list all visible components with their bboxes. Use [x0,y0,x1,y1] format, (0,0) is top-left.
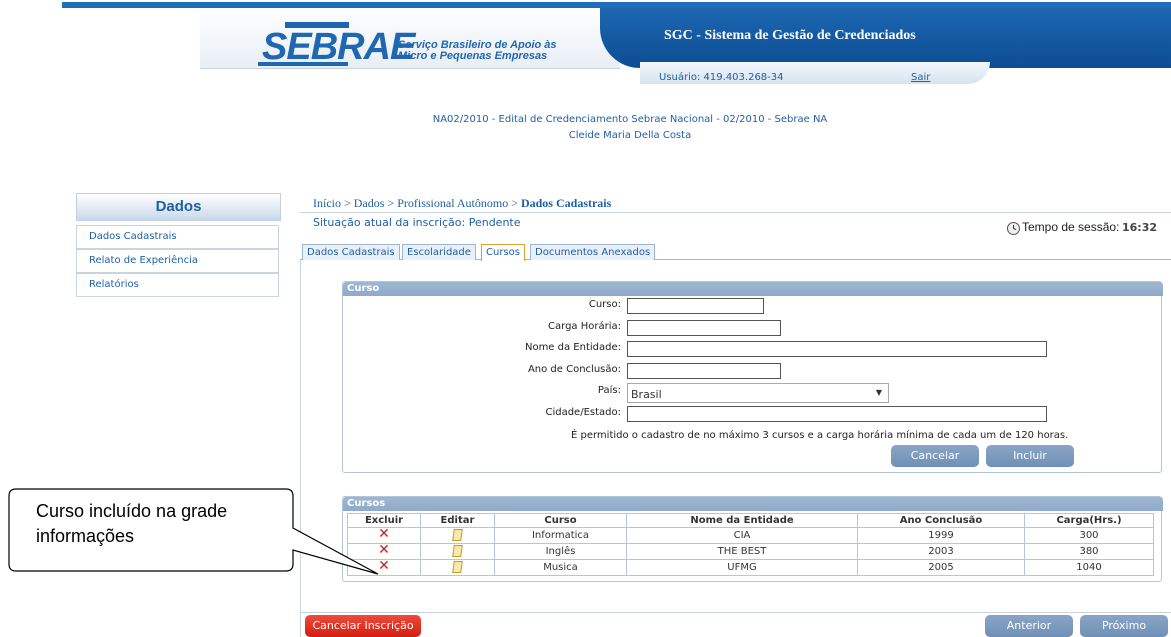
pais-selected-value: Brasil [631,388,662,401]
previous-button[interactable]: Anterior [985,615,1073,637]
pais-select[interactable]: Brasil ▼ [627,383,889,403]
next-button[interactable]: Próximo [1080,615,1168,637]
table-row: ✕ Musica UFMG 2005 1040 [347,558,1154,576]
clock-icon [1007,222,1020,235]
table-row: ✕ Informatica CIA 1999 300 [347,526,1154,544]
cell-entidade: UFMG [626,559,858,576]
cell-entidade: THE BEST [626,543,858,560]
logout-link[interactable]: Sair [911,72,930,83]
edital-info: NA02/2010 - Edital de Credenciamento Seb… [300,112,960,144]
carga-horaria-label: Carga Horária: [548,321,621,332]
cidade-estado-input[interactable] [627,406,1047,422]
col-entidade: Nome da Entidade [626,513,858,528]
breadcrumb-path: Início > Dados > Profissional Autônomo > [313,196,521,210]
chevron-down-icon: ▼ [875,388,882,397]
sidebar-item-dados-cadastrais[interactable]: Dados Cadastrais [76,225,279,249]
pais-label: País: [597,385,621,396]
sebrae-logo: SEBRAE [262,26,415,68]
curso-label: Curso: [588,299,621,310]
delete-icon[interactable]: ✕ [378,526,390,542]
entidade-label: Nome da Entidade: [524,342,621,353]
edit-icon[interactable] [452,544,463,557]
cell-carga: 300 [1024,527,1154,544]
carga-horaria-input[interactable] [627,320,781,336]
logo-bar-bottom [258,62,348,66]
cell-entidade: CIA [626,527,858,544]
content-footer-line [300,612,1171,613]
course-rules-note: É permitido o cadastro de no máximo 3 cu… [571,430,1069,441]
cell-carga: 1040 [1024,559,1154,576]
cell-ano: 2005 [857,559,1025,576]
content-border [300,260,301,637]
sidebar-item-label: Relato de Experiência [89,255,198,266]
tab-escolaridade[interactable]: Escolaridade [402,244,476,260]
col-carga: Carga(Hrs.) [1024,513,1154,528]
cell-carga: 380 [1024,543,1154,560]
session-label: Tempo de sessão: [1022,220,1120,234]
cell-ano: 1999 [857,527,1025,544]
col-curso: Curso [494,513,627,528]
curso-input[interactable] [627,298,764,314]
cell-curso: Inglês [494,543,627,560]
cidade-estado-label: Cidade/Estado: [545,407,621,418]
cell-ano: 2003 [857,543,1025,560]
curso-form-title: Curso [343,282,1163,296]
session-time: 16:32 [1122,221,1158,234]
cancel-button[interactable]: Cancelar [891,445,979,467]
edital-person: Cleide Maria Della Costa [568,130,692,141]
sidebar-item-label: Relatórios [89,279,139,290]
tab-cursos[interactable]: Cursos [481,244,525,261]
cursos-grid-title: Cursos [343,497,1163,511]
cell-curso: Musica [494,559,627,576]
edital-title: NA02/2010 - Edital de Credenciamento Seb… [432,114,828,125]
col-ano: Ano Conclusão [857,513,1025,528]
ano-conclusao-input[interactable] [627,363,781,379]
delete-icon[interactable]: ✕ [378,542,390,558]
logo-subtitle: Serviço Brasileiro de Apoio às Micro e P… [398,39,557,62]
breadcrumb-current: Dados Cadastrais [520,196,612,210]
col-editar: Editar [420,513,495,528]
sidebar-item-relato-experiencia[interactable]: Relato de Experiência [76,249,279,273]
app-title: SGC - Sistema de Gestão de Credenciados [664,28,916,43]
ano-conclusao-label: Ano de Conclusão: [527,364,621,375]
cell-curso: Informatica [494,527,627,544]
sidebar-item-label: Dados Cadastrais [89,231,177,242]
edit-icon[interactable] [452,528,463,541]
table-row: ✕ Inglês THE BEST 2003 380 [347,542,1154,560]
include-button[interactable]: Incluir [986,445,1074,467]
cancel-registration-button[interactable]: Cancelar Inscrição [305,615,421,637]
breadcrumb: Início > Dados > Profissional Autônomo >… [313,196,611,211]
table-header-row: Excluir Editar Curso Nome da Entidade An… [347,513,1154,528]
cursos-table: Excluir Editar Curso Nome da Entidade An… [347,513,1154,576]
edit-icon[interactable] [452,560,463,573]
user-label: Usuário: 419.403.268-34 [659,72,784,83]
entidade-input[interactable] [627,341,1047,357]
sidebar-item-relatorios[interactable]: Relatórios [76,273,279,297]
tab-documentos-anexados[interactable]: Documentos Anexados [530,244,656,260]
tab-dados-cadastrais[interactable]: Dados Cadastrais [302,244,400,260]
sidebar-title: Dados [76,193,281,221]
callout-text: Curso incluído na grade informações [36,501,228,546]
registration-status: Situação atual da inscrição: Pendente [313,216,521,229]
delete-icon[interactable]: ✕ [378,558,390,574]
